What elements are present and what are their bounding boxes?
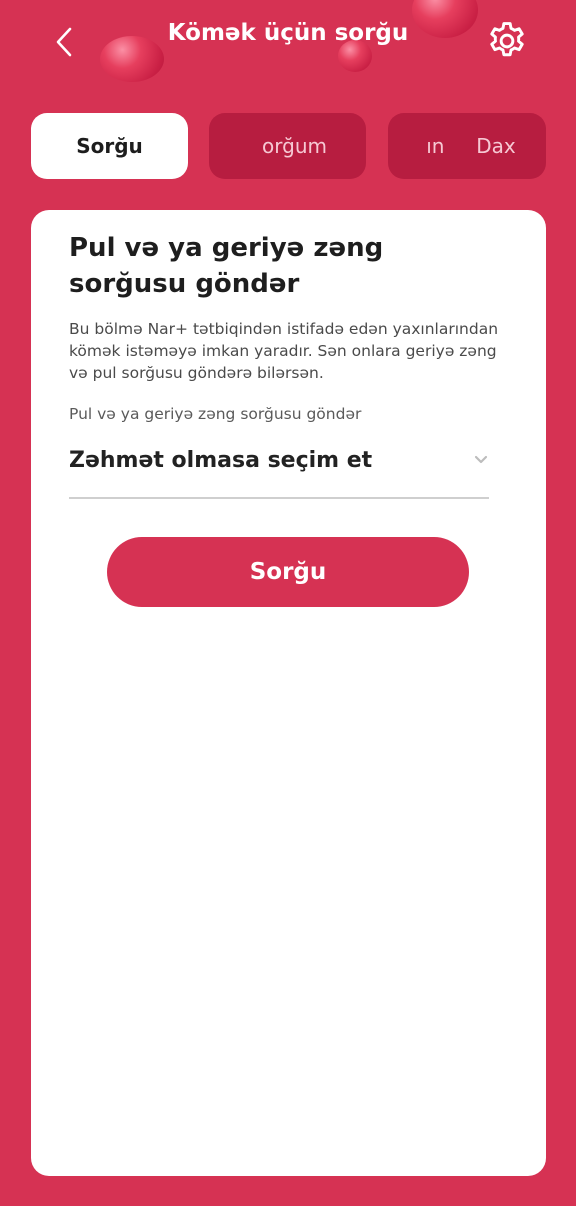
select-label: Pul və ya geriyə zəng sorğusu göndər (69, 405, 362, 423)
request-card: Pul və ya geriyə zəng sorğusu göndər Bu … (31, 210, 546, 1176)
tab-bar: Sorğu orğum ın Dax (31, 113, 546, 179)
card-description: Bu bölmə Nar+ tətbiqindən istifadə edən … (69, 320, 499, 382)
tab-incoming[interactable]: ın Dax (388, 113, 546, 179)
submit-request-button[interactable]: Sorğu (107, 537, 469, 607)
tab-my-requests[interactable]: orğum (209, 113, 366, 179)
chevron-down-icon (474, 455, 488, 464)
tab-request[interactable]: Sorğu (31, 113, 188, 179)
tab-label: orğum (262, 134, 327, 158)
gear-icon (490, 22, 524, 57)
tab-label: ın Dax (426, 134, 516, 158)
settings-button[interactable] (484, 18, 530, 64)
request-type-select[interactable]: Zəhmət olmasa seçim et (69, 442, 489, 499)
tab-label: Sorğu (76, 134, 143, 158)
header: Kömək üçün sorğu (0, 0, 576, 90)
select-value: Zəhmət olmasa seçim et (69, 448, 373, 473)
card-title: Pul və ya geriyə zəng sorğusu göndər (69, 233, 384, 299)
